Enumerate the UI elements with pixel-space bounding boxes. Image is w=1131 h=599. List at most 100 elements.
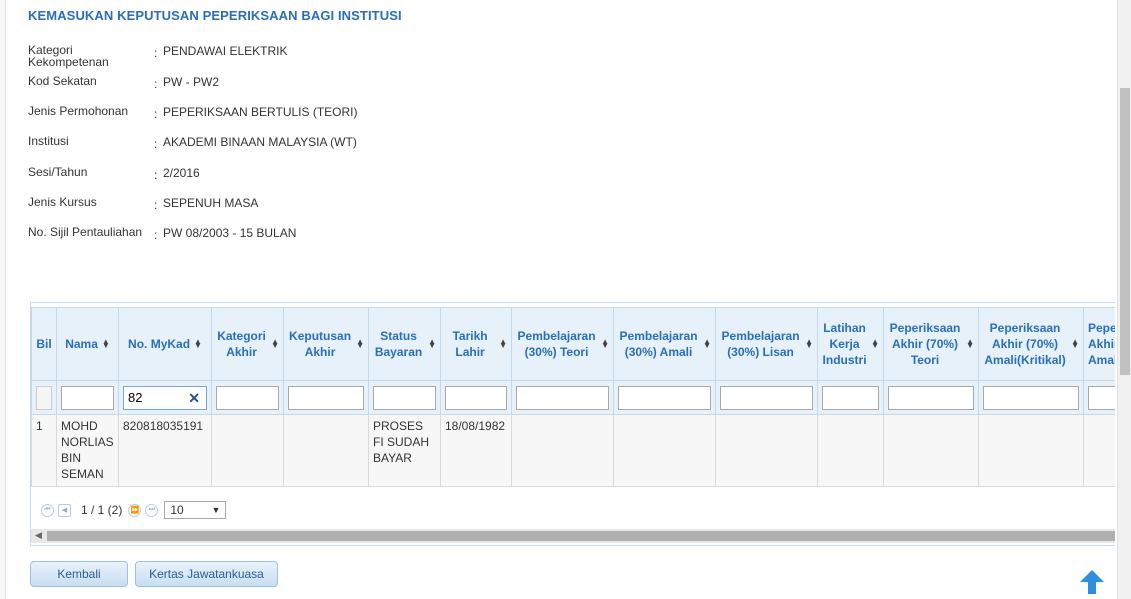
info-colon: : (154, 107, 158, 121)
sort-icon[interactable]: ▲ ▼ (805, 338, 813, 350)
page-title: KEMASUKAN KEPUTUSAN PEPERIKSAAN BAGI INS… (28, 8, 402, 23)
sort-icon[interactable]: ▲ ▼ (194, 338, 202, 350)
column-header-label: Peperiksaan Akhir (70%) Amali (1088, 321, 1115, 367)
clear-icon[interactable]: ✕ (188, 390, 200, 407)
scroll-left-icon[interactable]: ◀ (35, 530, 42, 541)
info-value: AKADEMI BINAAN MALAYSIA (WT) (163, 135, 357, 149)
committee-paper-button[interactable]: Kertas Jawatankuasa (135, 561, 278, 587)
results-table: Bil Nama ▲ ▼ No. MyKad ▲ ▼ Kategori Akhir … (31, 307, 1115, 487)
table-row[interactable]: 1 MOHD NORLIAS BIN SEMAN 820818035191 PR… (31, 414, 1115, 487)
info-value: PEPERIKSAAN BERTULIS (TEORI) (163, 105, 358, 119)
horizontal-scrollbar[interactable]: ◀ (31, 529, 1115, 543)
column-header-peperiksaan-amali-kritikal[interactable]: Peperiksaan Akhir (70%) Amali(Kritikal) … (978, 307, 1084, 381)
filter-input-latihan-kerja[interactable] (822, 385, 879, 410)
next-page-icon[interactable]: ⏩ (128, 503, 142, 517)
filter-input-kategori-akhir[interactable] (216, 385, 279, 410)
filter-cell (613, 380, 716, 415)
sort-icon[interactable]: ▲ ▼ (271, 338, 279, 350)
column-header-keputusan-akhir[interactable]: Keputusan Akhir ▲ ▼ (283, 307, 369, 381)
filter-cell-bil (31, 380, 57, 415)
info-colon: : (154, 198, 158, 212)
column-header-status-bayaran[interactable]: Status Bayaran ▲ ▼ (368, 307, 441, 381)
first-page-icon[interactable]: ⏮ (41, 503, 54, 517)
column-header-no-mykad[interactable]: No. MyKad ▲ ▼ (118, 307, 212, 381)
info-value: PENDAWAI ELEKTRIK (163, 44, 288, 58)
info-colon: : (154, 46, 158, 60)
filter-input-value: 82 (128, 389, 143, 405)
column-header-nama[interactable]: Nama ▲ ▼ (56, 307, 119, 381)
info-label: Institusi (28, 134, 69, 148)
filter-cell (817, 380, 884, 415)
filter-input-pembelajaran-lisan[interactable] (720, 385, 813, 410)
scrollbar-thumb[interactable] (47, 531, 1115, 541)
last-page-icon[interactable]: ⏭ (145, 503, 159, 517)
column-header-label: Peperiksaan Akhir (70%) Teori (889, 321, 961, 367)
filter-cell (440, 380, 512, 415)
page-size-value: 10 (170, 503, 184, 517)
filter-input-tarikh-lahir[interactable] (445, 385, 507, 410)
sort-icon[interactable]: ▲ ▼ (601, 338, 609, 350)
column-header-label: Tarikh Lahir (452, 329, 488, 359)
info-colon: : (154, 77, 158, 91)
column-header-pembelajaran-teori[interactable]: Pembelajaran (30%) Teori ▲ ▼ (511, 307, 614, 381)
arrow-up-icon[interactable] (1078, 568, 1106, 596)
info-label: Kategori Kekompetenan (28, 43, 109, 69)
column-header-latihan-kerja[interactable]: Latihan Kerja Industri ▲ ▼ (817, 307, 884, 381)
filter-input-no-mykad[interactable]: 82 ✕ (123, 385, 207, 410)
column-header-label: Nama (65, 337, 98, 351)
sort-icon[interactable]: ▲ ▼ (499, 338, 507, 350)
column-header-label: Status Bayaran (374, 329, 423, 359)
column-header-label: Latihan Kerja Industri (822, 321, 867, 367)
column-header-pembelajaran-amali[interactable]: Pembelajaran (30%) Amali ▲ ▼ (613, 307, 716, 381)
back-button[interactable]: Kembali (30, 561, 128, 587)
cell-keputusan-akhir (283, 414, 369, 487)
filter-input-status-bayaran[interactable] (373, 385, 436, 410)
column-header-peperiksaan-amali[interactable]: Peperiksaan Akhir (70%) Amali ▲▼ (1083, 307, 1115, 381)
sort-icon[interactable]: ▲ ▼ (703, 338, 711, 350)
info-value: PW 08/2003 - 15 BULAN (163, 226, 297, 240)
filter-cell (56, 380, 119, 415)
column-header-peperiksaan-teori[interactable]: Peperiksaan Akhir (70%) Teori ▲ ▼ (883, 307, 979, 381)
column-header-tarikh-lahir[interactable]: Tarikh Lahir ▲ ▼ (440, 307, 512, 381)
sort-icon[interactable]: ▲ ▼ (102, 338, 110, 350)
info-label: No. Sijil Pentauliahan (28, 225, 143, 239)
page-size-select[interactable]: 10 ▼ (164, 501, 227, 519)
info-value: PW - PW2 (163, 75, 219, 89)
sort-icon[interactable]: ▲ ▼ (1071, 338, 1079, 350)
column-header-pembelajaran-lisan[interactable]: Pembelajaran (30%) Lisan ▲ ▼ (715, 307, 818, 381)
cell-peperiksaan-amali-kritikal (978, 414, 1084, 487)
filter-input-peperiksaan-teori[interactable] (888, 385, 974, 410)
cell-nama: MOHD NORLIAS BIN SEMAN (56, 414, 119, 487)
prev-page-icon[interactable]: ◀ (58, 503, 71, 517)
sort-icon[interactable]: ▲ ▼ (966, 338, 974, 350)
sort-icon[interactable]: ▲ ▼ (428, 338, 436, 350)
sort-icon[interactable]: ▲ ▼ (356, 338, 364, 350)
column-header-label: Pembelajaran (30%) Amali (619, 329, 698, 359)
scrollbar-thumb[interactable] (1120, 88, 1130, 375)
filter-cell (715, 380, 818, 415)
filter-row: 82 ✕ (31, 380, 1115, 415)
cell-peperiksaan-amali (1083, 414, 1115, 487)
filter-input-pembelajaran-teori[interactable] (516, 385, 609, 410)
left-frame-edge (0, 0, 6, 599)
filter-input-pembelajaran-amali[interactable] (618, 385, 711, 410)
column-header-bil: Bil (31, 307, 57, 381)
filter-input-keputusan-akhir[interactable] (288, 385, 364, 410)
cell-bil: 1 (31, 414, 57, 487)
filter-input-peperiksaan-amali[interactable] (1088, 385, 1115, 410)
cell-pembelajaran-amali (613, 414, 716, 487)
info-colon: : (154, 137, 158, 151)
vertical-scrollbar[interactable] (1117, 0, 1131, 599)
column-header-kategori-akhir[interactable]: Kategori Akhir ▲ ▼ (211, 307, 284, 381)
filter-cell (1083, 380, 1115, 415)
sort-icon[interactable]: ▲ ▼ (871, 338, 879, 350)
info-colon: : (154, 228, 158, 242)
filter-input-nama[interactable] (61, 385, 114, 410)
filter-input-peperiksaan-amali-kritikal[interactable] (983, 385, 1079, 410)
column-header-label: Pembelajaran (30%) Lisan (721, 329, 800, 359)
cell-status-bayaran: PROSES FI SUDAH BAYAR (368, 414, 441, 487)
info-colon: : (154, 168, 158, 182)
cell-pembelajaran-teori (511, 414, 614, 487)
info-value: 2/2016 (163, 166, 200, 180)
info-label: Jenis Kursus (28, 195, 97, 209)
